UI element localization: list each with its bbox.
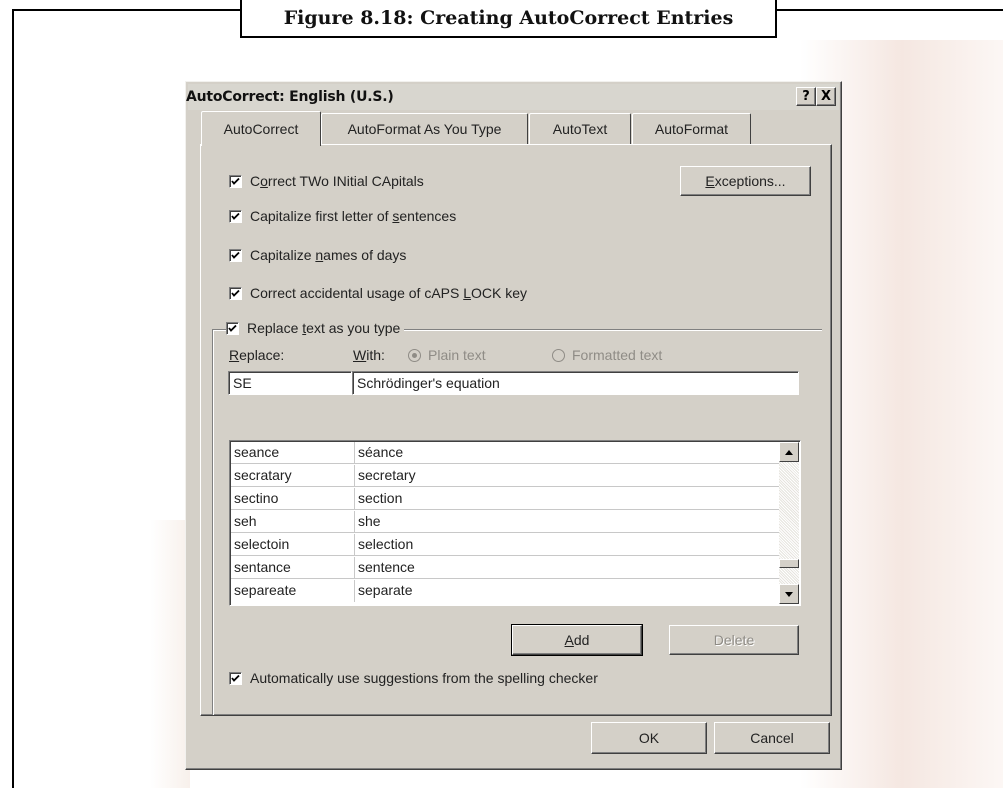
radio-label: Plain text <box>428 347 486 363</box>
with-input[interactable]: Schrödinger's equation <box>352 371 799 395</box>
option-caps-lock[interactable]: Correct accidental usage of cAPS LOCK ke… <box>229 285 527 301</box>
list-item[interactable]: selectoin selection <box>231 534 779 556</box>
delete-button[interactable]: Delete <box>669 625 799 655</box>
close-icon: X <box>820 89 832 104</box>
tab-label: AutoFormat As You Type <box>347 121 502 137</box>
cancel-button[interactable]: Cancel <box>714 722 830 754</box>
checkbox[interactable] <box>229 671 242 685</box>
checkbox[interactable] <box>229 248 242 262</box>
scroll-up-button[interactable] <box>779 442 799 462</box>
list-item[interactable]: sectino section <box>231 488 779 510</box>
replace-input[interactable]: SE <box>228 371 352 395</box>
ok-button[interactable]: OK <box>591 722 707 754</box>
option-label: Replace text as you type <box>247 320 401 336</box>
list-item[interactable]: seance séance <box>231 442 779 464</box>
checkbox[interactable] <box>226 321 239 335</box>
option-label: Automatically use suggestions from the s… <box>250 670 598 686</box>
add-button[interactable]: Add <box>511 624 643 656</box>
entries-list[interactable]: seance séance secratary secretary sectino s… <box>229 440 801 606</box>
tab-autotext[interactable]: AutoText <box>529 113 631 144</box>
option-correct-two-initial[interactable]: Correct TWo INitial CApitals <box>229 173 424 189</box>
scroll-up-icon <box>785 449 793 455</box>
autocorrect-dialog: AutoCorrect: English (U.S.) ? X AutoCorr… <box>185 81 842 770</box>
replace-label: Replace: <box>229 347 285 363</box>
checkbox[interactable] <box>229 209 242 223</box>
radio-button[interactable] <box>408 348 421 362</box>
option-replace-text[interactable]: Replace text as you type <box>226 320 405 336</box>
tab-autocorrect[interactable]: AutoCorrect <box>201 111 321 146</box>
tab-label: AutoText <box>552 121 608 137</box>
option-label: Correct accidental usage of cAPS LOCK ke… <box>250 285 528 301</box>
background-wash-left <box>150 520 190 788</box>
close-button[interactable]: X <box>816 87 836 106</box>
option-label: Capitalize first letter of sentences <box>250 208 457 224</box>
checkbox[interactable] <box>229 286 242 300</box>
option-label: Correct TWo INitial CApitals <box>250 173 424 189</box>
option-label: Capitalize names of days <box>250 247 407 263</box>
figure-frame-left <box>12 9 14 788</box>
help-button[interactable]: ? <box>796 87 816 106</box>
radio-label: Formatted text <box>572 347 663 363</box>
exceptions-button[interactable]: Exceptions... <box>680 166 811 196</box>
radio-plain-text[interactable]: Plain text <box>408 347 486 363</box>
option-capitalize-days[interactable]: Capitalize names of days <box>229 247 406 263</box>
scroll-down-icon <box>785 591 793 597</box>
figure-caption: Figure 8.18: Creating AutoCorrect Entrie… <box>240 0 777 38</box>
tab-autoformat[interactable]: AutoFormat <box>632 113 751 144</box>
checkbox[interactable] <box>229 174 242 188</box>
option-capitalize-first-letter[interactable]: Capitalize first letter of sentences <box>229 208 456 224</box>
tab-label: AutoFormat <box>654 121 729 137</box>
list-item[interactable]: sentance sentence <box>231 557 779 579</box>
list-item[interactable]: seh she <box>231 511 779 533</box>
dialog-title: AutoCorrect: English (U.S.) <box>186 89 394 105</box>
radio-formatted-text[interactable]: Formatted text <box>552 347 662 363</box>
tab-autoformat-as-you-type[interactable]: AutoFormat As You Type <box>321 113 528 144</box>
list-scrollbar[interactable] <box>779 442 799 604</box>
scroll-thumb[interactable] <box>779 559 799 568</box>
scroll-down-button[interactable] <box>779 584 799 604</box>
tab-label: AutoCorrect <box>223 121 299 137</box>
list-item[interactable]: separeate separate <box>231 580 779 602</box>
list-item[interactable]: secratary secretary <box>231 465 779 487</box>
title-bar: AutoCorrect: English (U.S.) ? X <box>186 84 839 110</box>
radio-button[interactable] <box>552 348 565 362</box>
option-spelling-suggestions[interactable]: Automatically use suggestions from the s… <box>229 670 598 686</box>
with-label: With: <box>353 347 385 363</box>
